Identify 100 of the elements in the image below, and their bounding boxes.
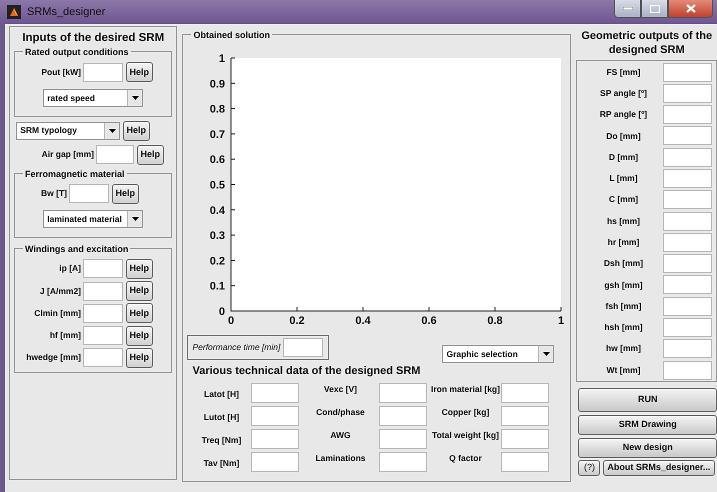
field-label: Air gap [mm]	[40, 148, 94, 161]
caret-icon	[132, 217, 139, 222]
axis-tick-label: 0.6	[210, 154, 226, 166]
axis-tick-label: 1	[219, 53, 226, 65]
output-field	[663, 190, 712, 210]
output-field	[663, 148, 712, 167]
field-label: RP angle [º]	[598, 108, 648, 121]
field-label: hw [mm]	[604, 342, 642, 356]
axis-tick-label: 0.4	[356, 315, 372, 327]
output-field	[663, 126, 712, 146]
help-button[interactable]: Help	[126, 281, 154, 301]
input-field[interactable]	[83, 62, 124, 82]
dropdown[interactable]: rated speed	[43, 89, 144, 107]
field-label: Performance time [min]	[192, 341, 280, 354]
maximize-icon	[650, 4, 660, 12]
help-button[interactable]: Help	[126, 258, 154, 279]
field-label: Copper [kg]	[440, 406, 490, 418]
section-title: Various technical data of the designed SRM	[192, 364, 422, 379]
input-field[interactable]	[283, 338, 324, 357]
input-field[interactable]	[83, 304, 124, 323]
field-label: C [mm]	[608, 193, 640, 206]
about-button[interactable]: About SRMs_designer...	[602, 460, 715, 476]
panel-title: Inputs of the desired SRM	[21, 31, 166, 46]
action-button[interactable]: RUN	[578, 388, 717, 412]
output-field	[663, 275, 712, 294]
group-title: Rated output conditions	[23, 46, 130, 60]
minimize-button[interactable]	[614, 0, 641, 18]
maximize-button[interactable]	[641, 0, 668, 18]
output-field	[663, 84, 712, 103]
output-field	[501, 382, 550, 402]
field-label: Iron material [kg]	[430, 382, 501, 396]
help-button[interactable]: Help	[126, 62, 154, 82]
field-label: J [A/mm2]	[38, 284, 81, 298]
output-field	[379, 452, 428, 472]
help-button[interactable]: Help	[112, 184, 140, 204]
field-label: Pout [kW]	[40, 66, 81, 79]
field-label: Treq [Nm]	[200, 434, 242, 446]
axis-tick-label: 0.3	[210, 230, 226, 242]
axis-tick-label: 0	[228, 315, 235, 327]
field-label: Dsh [mm]	[602, 257, 644, 270]
caret-icon	[542, 352, 550, 356]
output-field	[663, 168, 712, 188]
axis-tick-label: 0.6	[422, 315, 438, 327]
output-field	[663, 360, 712, 380]
axis-tick-label: 0.4	[210, 204, 226, 217]
action-button[interactable]: SRM Drawing	[578, 414, 717, 434]
output-field	[251, 382, 300, 402]
caret-icon	[132, 96, 139, 100]
axis-tick-label: 0.2	[290, 315, 306, 327]
output-field	[663, 318, 712, 338]
caret-icon	[108, 128, 116, 132]
window-title: SRMs_designer	[27, 4, 106, 20]
axis-tick-label: 0.7	[210, 128, 226, 141]
help-button[interactable]: Help	[126, 348, 154, 368]
output-field	[251, 452, 300, 472]
field-label: Bw [T]	[40, 187, 67, 200]
axis-tick-label: 0.8	[488, 315, 504, 327]
field-label: hs [mm]	[606, 214, 641, 228]
field-label: Latot [H]	[203, 388, 240, 400]
dropdown[interactable]: SRM typology	[16, 122, 120, 140]
help-button[interactable]: (?)	[578, 460, 600, 476]
axis-tick-label: 1	[558, 315, 565, 327]
output-field	[663, 62, 712, 82]
field-label: D [mm]	[608, 150, 640, 164]
input-field[interactable]	[83, 259, 124, 278]
output-field	[501, 428, 550, 448]
field-label: Laminations	[314, 452, 366, 464]
output-field	[663, 212, 712, 231]
help-button[interactable]: Help	[126, 326, 154, 346]
output-field	[379, 406, 428, 426]
minimize-icon	[622, 7, 632, 10]
field-label: FS [mm]	[605, 66, 642, 78]
group-title: Windings and excitation	[23, 242, 130, 256]
app-icon	[7, 5, 21, 19]
action-button[interactable]: New design	[578, 438, 717, 458]
help-button[interactable]: Help	[126, 303, 154, 324]
field-label: Cond/phase	[315, 406, 366, 418]
input-field[interactable]	[69, 184, 110, 203]
output-field	[251, 406, 300, 426]
dropdown[interactable]: Graphic selection	[442, 345, 554, 363]
field-label: hwedge [mm]	[25, 351, 81, 364]
input-field[interactable]	[83, 326, 124, 345]
input-field[interactable]	[83, 282, 124, 300]
input-field[interactable]	[83, 348, 124, 368]
field-label: hf [mm]	[48, 329, 81, 342]
help-button[interactable]: Help	[122, 120, 150, 140]
output-field	[663, 339, 712, 358]
dropdown[interactable]: laminated material	[43, 210, 144, 228]
field-label: Tav [Nm]	[202, 456, 240, 470]
field-label: Q factor	[448, 452, 483, 464]
field-label: Do [mm]	[605, 130, 642, 142]
output-field	[379, 428, 428, 448]
field-label: hr [mm]	[606, 236, 640, 249]
output-field	[251, 428, 300, 448]
field-label: fsh [mm]	[604, 300, 642, 313]
input-field[interactable]	[96, 145, 134, 164]
close-button[interactable]	[668, 0, 713, 18]
help-button[interactable]: Help	[136, 144, 164, 164]
field-label: SP angle [º]	[599, 86, 648, 100]
output-field	[663, 296, 712, 316]
